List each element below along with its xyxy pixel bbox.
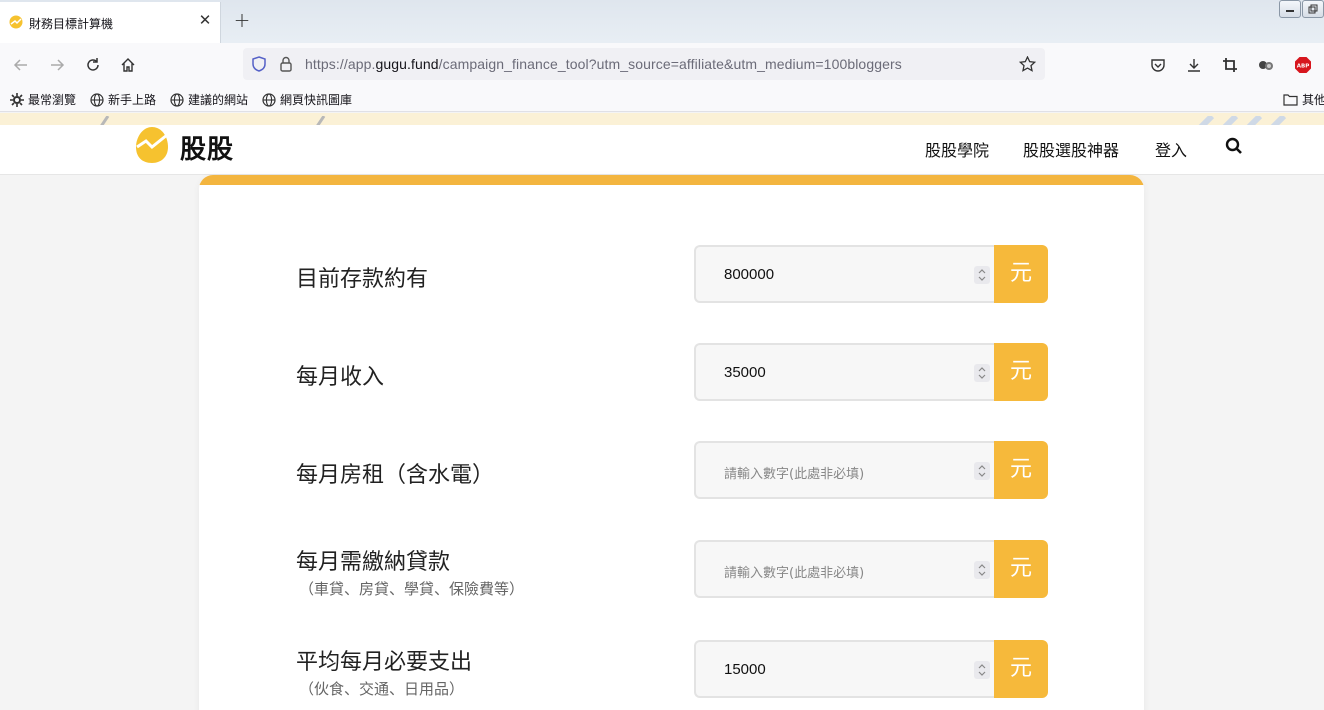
unit-badge: 元	[994, 245, 1048, 303]
bookmark-label: 最常瀏覽	[28, 93, 77, 107]
bookmark-label: 新手上路	[108, 93, 157, 107]
crop-icon[interactable]	[1220, 55, 1240, 75]
bookmark-label: 建議的網站	[188, 93, 249, 107]
download-icon[interactable]	[1184, 55, 1204, 75]
url-bar[interactable]: https://app.gugu.fund/campaign_finance_t…	[243, 48, 1045, 80]
close-tab-icon[interactable]: ✕	[197, 12, 213, 28]
nav-login[interactable]: 登入	[1155, 137, 1187, 161]
bookmark-web-slice-gallery[interactable]: 網頁快訊圖庫	[262, 91, 352, 108]
label-current-savings: 目前存款約有	[296, 267, 429, 292]
globe-icon	[90, 92, 104, 107]
bookmark-label: 網頁快訊圖庫	[280, 93, 353, 107]
sublabel-monthly-expenses: （伙食、交通、日用品）	[299, 680, 465, 698]
unit-badge: 元	[994, 540, 1048, 598]
sublabel-monthly-loan: （車貸、房貸、學貸、保險費等）	[299, 580, 525, 598]
globe-icon	[262, 92, 276, 107]
gear-icon	[10, 92, 24, 107]
field-monthly-income: 35000 元	[694, 343, 1048, 401]
field-monthly-loan: 請輸入數字(此處非必填) 元	[694, 540, 1048, 598]
input-value: 15000	[724, 661, 766, 678]
monthly-loan-input[interactable]: 請輸入數字(此處非必填)	[694, 540, 994, 598]
input-placeholder: 請輸入數字(此處非必填)	[724, 566, 865, 581]
other-bookmarks-label: 其他	[1302, 93, 1324, 107]
current-savings-input[interactable]: 800000	[694, 245, 994, 303]
lock-icon[interactable]	[279, 56, 293, 72]
field-monthly-rent: 請輸入數字(此處非必填) 元	[694, 441, 1048, 499]
bookmarks-bar: 最常瀏覽 新手上路 建議的網站 網頁快訊圖庫 其他	[0, 87, 1324, 112]
url-text: https://app.gugu.fund/campaign_finance_t…	[305, 56, 902, 72]
monthly-expenses-input[interactable]: 15000	[694, 640, 994, 698]
extension-icon[interactable]	[1256, 55, 1276, 75]
bookmark-getting-started[interactable]: 新手上路	[90, 91, 156, 108]
reload-icon[interactable]	[83, 55, 103, 75]
site-header: 股股 股股學院 股股選股神器 登入	[0, 125, 1324, 175]
tab-title: 財務目標計算機	[29, 17, 114, 31]
input-value: 800000	[724, 266, 775, 283]
adblock-icon[interactable]: ABP	[1293, 55, 1313, 75]
search-icon[interactable]	[1225, 137, 1243, 155]
monthly-rent-input[interactable]: 請輸入數字(此處非必填)	[694, 441, 994, 499]
pocket-icon[interactable]	[1148, 55, 1168, 75]
header-decoration	[0, 113, 1324, 125]
number-spinner-icon[interactable]	[974, 266, 990, 284]
browser-tab[interactable]: 財務目標計算機 ✕	[0, 2, 221, 43]
label-monthly-rent: 每月房租（含水電）	[296, 463, 495, 488]
nav-stock-picker[interactable]: 股股選股神器	[1023, 137, 1119, 161]
monthly-income-input[interactable]: 35000	[694, 343, 994, 401]
browser-toolbar: https://app.gugu.fund/campaign_finance_t…	[0, 43, 1324, 87]
logo-icon[interactable]	[134, 125, 170, 165]
label-monthly-income: 每月收入	[296, 365, 385, 390]
back-arrow-icon[interactable]	[11, 55, 31, 75]
number-spinner-icon[interactable]	[974, 561, 990, 579]
home-icon[interactable]	[118, 55, 138, 75]
browser-tab-bar: 財務目標計算機 ✕ +	[0, 0, 1324, 43]
window-controls	[1278, 0, 1324, 20]
other-bookmarks[interactable]: 其他	[1283, 91, 1324, 108]
logo-text[interactable]: 股股	[180, 129, 234, 166]
shield-icon[interactable]	[251, 56, 267, 72]
unit-badge: 元	[994, 441, 1048, 499]
nav-academy[interactable]: 股股學院	[925, 137, 989, 161]
bookmark-most-visited[interactable]: 最常瀏覽	[10, 91, 76, 108]
minimize-icon[interactable]	[1279, 0, 1301, 18]
forward-arrow-icon[interactable]	[47, 55, 67, 75]
unit-badge: 元	[994, 343, 1048, 401]
label-monthly-expenses: 平均每月必要支出	[296, 650, 473, 675]
unit-badge: 元	[994, 640, 1048, 698]
input-placeholder: 請輸入數字(此處非必填)	[724, 467, 865, 482]
finance-form-card: 目前存款約有 800000 元 每月收入 35000 元 每月房租（含水電） 請…	[199, 175, 1144, 710]
folder-icon	[1283, 94, 1298, 106]
globe-icon	[170, 92, 184, 107]
input-value: 35000	[724, 364, 766, 381]
number-spinner-icon[interactable]	[974, 462, 990, 480]
bookmark-suggested-sites[interactable]: 建議的網站	[170, 91, 248, 108]
card-accent-bar	[199, 175, 1144, 185]
number-spinner-icon[interactable]	[974, 661, 990, 679]
adblock-label: ABP	[1297, 64, 1309, 70]
new-tab-button[interactable]: +	[232, 10, 252, 30]
bookmark-star-icon[interactable]	[1019, 56, 1036, 72]
label-monthly-loan: 每月需繳納貸款	[296, 550, 451, 575]
field-monthly-expenses: 15000 元	[694, 640, 1048, 698]
field-current-savings: 800000 元	[694, 245, 1048, 303]
restore-icon[interactable]	[1302, 0, 1324, 18]
number-spinner-icon[interactable]	[974, 364, 990, 382]
site-favicon-icon	[9, 15, 23, 29]
